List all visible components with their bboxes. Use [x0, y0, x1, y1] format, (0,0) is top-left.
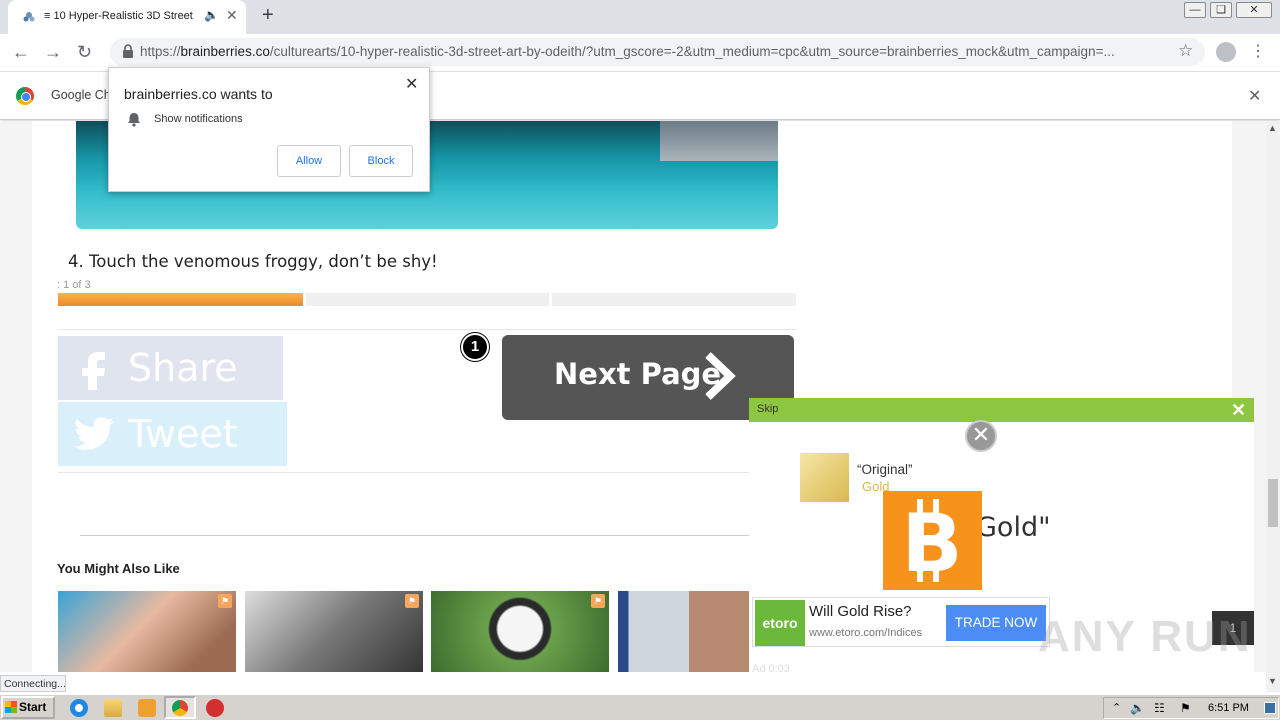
reload-icon[interactable]: ↻: [77, 42, 92, 63]
anyrun-watermark: ANY RUN: [1038, 612, 1252, 661]
facebook-icon: [82, 352, 105, 390]
gold-bar-image: [800, 453, 849, 502]
ad-headline: Gold": [976, 512, 1051, 543]
url-path: /culturearts/10-hyper-realistic-3d-stree…: [269, 44, 1115, 59]
flag-icon: ⚑: [218, 594, 232, 608]
related-thumbnail[interactable]: ⚑: [245, 591, 423, 672]
back-arrow-icon[interactable]: ←: [12, 42, 30, 63]
divider: [58, 472, 796, 473]
divider: [80, 535, 750, 536]
page-margin-left: [0, 121, 32, 672]
lock-icon[interactable]: [122, 44, 134, 58]
etoro-ad[interactable]: etoro Will Gold Rise? www.etoro.com/Indi…: [752, 597, 1050, 647]
tab-title: ≡ 10 Hyper-Realistic 3D Street: [44, 10, 193, 22]
speaker-icon[interactable]: 🔈: [204, 8, 219, 22]
next-page-label: Next Page: [554, 357, 722, 391]
flag-icon[interactable]: ⚑: [1180, 701, 1191, 715]
start-label: Start: [19, 700, 47, 714]
slide-caption: 4. Touch the venomous froggy, don’t be s…: [68, 252, 438, 271]
tweet-label: Tweet: [128, 412, 238, 456]
etoro-url: www.etoro.com/Indices: [809, 627, 923, 639]
url-host: brainberries.co: [180, 44, 270, 59]
flag-icon: ⚑: [591, 594, 605, 608]
security-alert-icon[interactable]: [206, 699, 224, 717]
bitcoin-symbol-icon: B: [902, 497, 963, 590]
share-label: Share: [128, 346, 238, 390]
infobar-message: Google Ch: [51, 88, 111, 102]
folder-icon[interactable]: [104, 699, 122, 717]
close-icon[interactable]: ✕: [405, 74, 418, 94]
twitter-bird-icon: [74, 417, 114, 450]
media-player-icon[interactable]: [138, 699, 156, 717]
network-icon[interactable]: ☷: [1154, 701, 1165, 715]
profile-avatar-icon[interactable]: [1216, 42, 1236, 62]
step-badge: 1: [461, 333, 489, 361]
twitter-share-button[interactable]: Tweet: [58, 402, 287, 466]
scroll-thumb[interactable]: [1268, 479, 1278, 527]
etoro-logo: etoro: [755, 600, 805, 646]
page-scrollbar[interactable]: ▲ ▼: [1266, 121, 1280, 692]
browser-tab[interactable]: ≡ 10 Hyper-Realistic 3D Street 🔈 ✕: [8, 0, 246, 34]
related-heading: You Might Also Like: [57, 561, 180, 576]
ad-header-bar: Skip ✕: [749, 398, 1254, 422]
status-bubble: Connecting...: [0, 675, 66, 692]
new-tab-button[interactable]: +: [262, 4, 274, 27]
minimize-button[interactable]: —: [1184, 2, 1206, 18]
dialog-title: brainberries.co wants to: [124, 86, 273, 102]
notification-permission-dialog: brainberries.co wants to ✕ Show notifica…: [108, 67, 430, 192]
windows-logo-icon: [5, 701, 17, 713]
ad-original-text: “Original”: [857, 462, 913, 477]
slide-counter: : 1 of 3: [57, 279, 91, 291]
facebook-share-button[interactable]: Share: [58, 336, 283, 400]
bell-icon: [128, 113, 140, 127]
url-text[interactable]: https://brainberries.co/culturearts/10-h…: [140, 44, 1140, 59]
ad-close-icon[interactable]: ✕: [1231, 400, 1246, 421]
maximize-button[interactable]: ❏: [1210, 2, 1232, 18]
skip-ad-button[interactable]: Skip: [757, 403, 778, 415]
url-scheme: https://: [140, 44, 181, 59]
chevron-right-icon: [705, 352, 736, 400]
block-button[interactable]: Block: [349, 145, 413, 177]
bitcoin-logo-icon[interactable]: B: [883, 491, 982, 590]
chrome-menu-icon[interactable]: ⋮: [1250, 41, 1266, 61]
chrome-logo-icon: [16, 87, 34, 105]
windows-taskbar: Start ⌃ 🔈 ☷ ⚑ 6:51 PM: [0, 694, 1280, 720]
bookmark-star-icon[interactable]: ☆: [1178, 41, 1193, 61]
address-bar[interactable]: https://brainberries.co/culturearts/10-h…: [110, 38, 1205, 66]
forward-arrow-icon[interactable]: →: [44, 42, 62, 63]
related-thumbnail[interactable]: ⚑: [431, 591, 609, 672]
flag-icon: ⚑: [405, 594, 419, 608]
svg-text:B: B: [902, 497, 963, 590]
scroll-up-icon[interactable]: ▲: [1268, 123, 1277, 133]
allow-button[interactable]: Allow: [277, 145, 341, 177]
tray-expand-icon[interactable]: ⌃: [1112, 701, 1121, 714]
progress-segment: [306, 293, 549, 306]
trade-now-button[interactable]: TRADE NOW: [946, 605, 1046, 641]
tab-close-icon[interactable]: ✕: [226, 7, 238, 24]
related-thumbnail[interactable]: ⚑: [58, 591, 236, 672]
site-favicon-icon: [23, 12, 35, 22]
start-button[interactable]: Start: [1, 696, 55, 719]
infobar-close-icon[interactable]: ✕: [1248, 86, 1261, 106]
street-art-image-wall: [660, 121, 778, 161]
divider: [58, 329, 796, 330]
tab-strip: ≡ 10 Hyper-Realistic 3D Street 🔈 ✕ + — ❏…: [0, 0, 1280, 34]
permission-label: Show notifications: [154, 113, 243, 125]
volume-icon[interactable]: 🔈: [1130, 701, 1145, 715]
close-circle-icon[interactable]: ✕: [965, 420, 997, 452]
ad-timer: Ad 0:03: [752, 663, 790, 675]
internet-explorer-icon[interactable]: [70, 699, 88, 717]
show-desktop-icon[interactable]: [1264, 702, 1276, 714]
clock: 6:51 PM: [1208, 702, 1249, 714]
close-window-button[interactable]: ✕: [1236, 2, 1272, 18]
system-tray: ⌃ 🔈 ☷ ⚑ 6:51 PM: [1103, 697, 1279, 719]
scroll-down-icon[interactable]: ▼: [1268, 676, 1277, 686]
progress-segment-active: [58, 293, 303, 306]
etoro-headline: Will Gold Rise?: [809, 603, 912, 620]
chrome-icon: [172, 700, 188, 716]
progress-segment: [552, 293, 796, 306]
chrome-taskbar-button[interactable]: [164, 696, 196, 719]
